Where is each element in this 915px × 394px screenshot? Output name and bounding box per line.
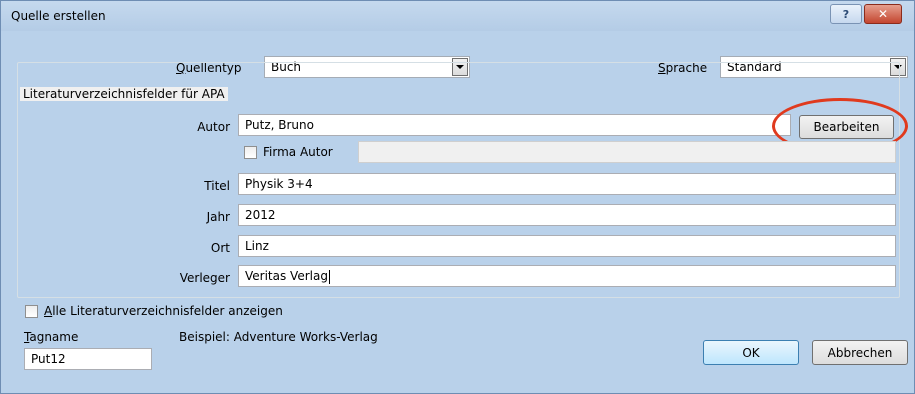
show-all-checkbox[interactable]	[25, 305, 38, 318]
close-icon: ✕	[877, 7, 889, 21]
year-value: 2012	[245, 208, 276, 222]
author-field[interactable]: Putz, Bruno	[238, 114, 791, 136]
city-value: Linz	[245, 239, 269, 253]
tag-field[interactable]: Put12	[24, 348, 152, 370]
corporate-author-checkbox[interactable]	[244, 146, 257, 159]
author-value: Putz, Bruno	[245, 118, 314, 132]
title-label: Titel	[204, 179, 230, 193]
city-field[interactable]: Linz	[238, 235, 896, 257]
close-button[interactable]: ✕	[864, 4, 902, 24]
title-field[interactable]: Physik 3+4	[238, 173, 896, 195]
dialog-title: Quelle erstellen	[11, 9, 106, 23]
group-title: Literaturverzeichnisfelder für APA	[20, 87, 228, 101]
publisher-label: Verleger	[179, 271, 230, 285]
corporate-author-label: Firma Autor	[263, 145, 333, 159]
help-icon: ?	[842, 7, 850, 21]
publisher-field[interactable]: Veritas Verlag	[238, 265, 896, 287]
year-field[interactable]: 2012	[238, 204, 896, 226]
text-cursor	[328, 269, 330, 284]
publisher-value: Veritas Verlag	[245, 269, 328, 283]
cancel-button[interactable]: Abbrechen	[812, 340, 908, 365]
title-bar[interactable]: Quelle erstellen ? ✕	[1, 1, 914, 31]
help-button[interactable]: ?	[830, 4, 862, 24]
year-label: Jahr	[206, 210, 230, 224]
example-text: Beispiel: Adventure Works-Verlag	[179, 330, 378, 344]
tag-value: Put12	[31, 352, 66, 366]
ok-button[interactable]: OK	[703, 340, 799, 365]
city-label: Ort	[210, 241, 230, 255]
corporate-author-field	[358, 141, 896, 163]
cancel-label: Abbrechen	[827, 345, 893, 360]
title-value: Physik 3+4	[245, 177, 313, 191]
ok-label: OK	[742, 345, 760, 360]
tag-label: Tagname	[24, 330, 79, 344]
show-all-label: Alle Literaturverzeichnisfelder anzeigen	[44, 304, 283, 318]
author-label: Autor	[197, 120, 230, 134]
